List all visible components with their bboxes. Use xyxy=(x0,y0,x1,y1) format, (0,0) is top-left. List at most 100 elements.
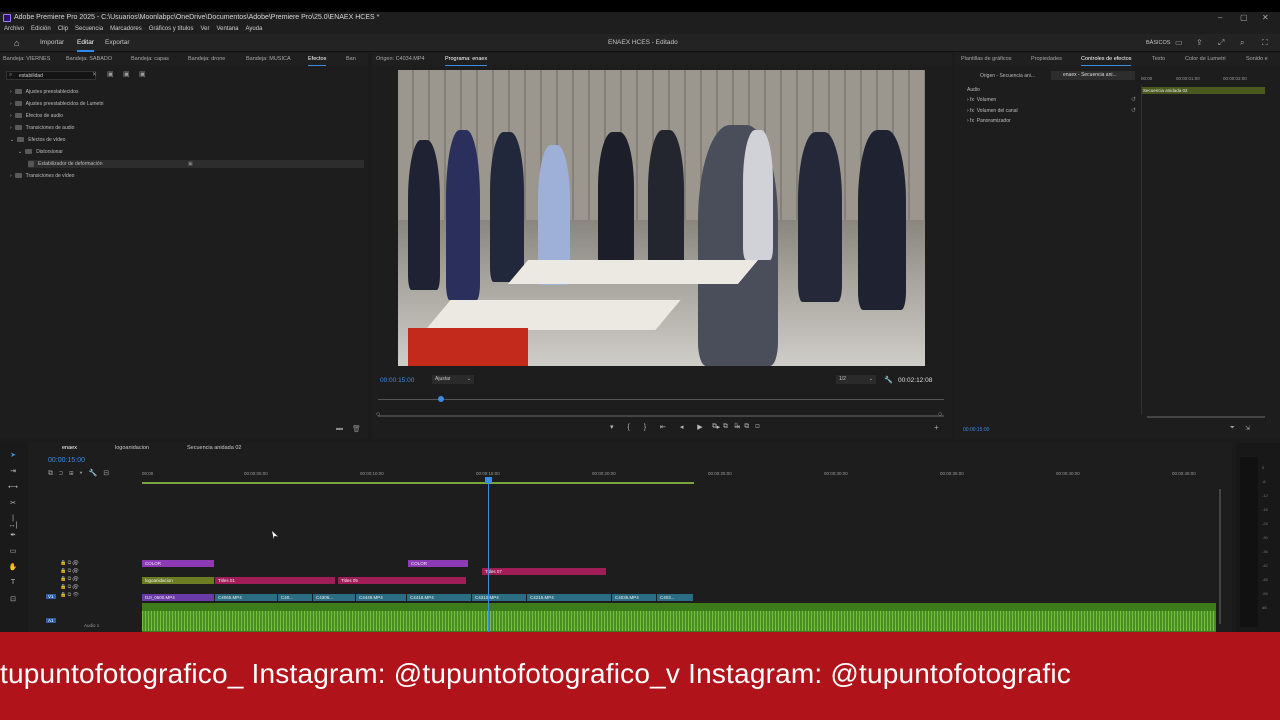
monitor-zoom-scrollbar[interactable] xyxy=(378,415,944,417)
yuv-icon[interactable]: ▣ xyxy=(139,70,146,78)
menu-edicion[interactable]: Edición xyxy=(31,26,51,32)
effect-folder[interactable]: › Efectos de audio xyxy=(10,112,63,120)
monitor-scrubber[interactable] xyxy=(378,399,944,400)
tab-editar[interactable]: Editar xyxy=(77,34,94,52)
fullscreen-icon[interactable]: ⛶ xyxy=(1262,34,1268,52)
tab-program[interactable]: Programa: enaex xyxy=(445,53,488,66)
quality-dropdown[interactable]: 1/2 ⌄ xyxy=(836,375,876,384)
zoom-handle-left[interactable]: ○ xyxy=(376,411,380,418)
effects-search-input[interactable]: estabilidad xyxy=(6,71,96,80)
menu-ayuda[interactable]: Ayuda xyxy=(246,26,263,32)
menu-marcadores[interactable]: Marcadores xyxy=(110,26,142,32)
effect-folder[interactable]: › Ajustes preestablecidos xyxy=(10,88,78,96)
export-icon[interactable]: ⇲ xyxy=(1245,425,1250,432)
caption-tool-icon[interactable]: ⊡ xyxy=(8,595,18,603)
timeline-clip[interactable]: C4418.MP4 xyxy=(407,594,471,601)
accelerated-icon[interactable]: ▣ xyxy=(107,70,114,78)
rectangle-tool-icon[interactable]: ▭ xyxy=(8,547,18,555)
zoom-handle-right[interactable]: ○ xyxy=(938,411,942,418)
timeline-clip[interactable]: C40... xyxy=(278,594,312,601)
razor-tool-icon[interactable]: ✂ xyxy=(8,499,18,507)
reset-icon[interactable]: ↺ xyxy=(1131,96,1136,103)
effect-folder[interactable]: › Ajustes preestablecidos de Lumetri xyxy=(10,100,104,108)
current-timecode[interactable]: 00:00:15:00 xyxy=(380,377,414,384)
track-select-tool-icon[interactable]: ⇥ xyxy=(8,467,18,475)
new-folder-icon[interactable]: ▬ xyxy=(336,425,343,432)
source-label[interactable]: Origen - Secuencia ani... xyxy=(980,73,1035,79)
prop-volumen[interactable]: › fx Volumen xyxy=(967,97,996,103)
tab-bandeja-drone[interactable]: Bandeja: drone xyxy=(188,53,225,65)
effect-folder[interactable]: › Transiciones de vídeo xyxy=(10,172,74,180)
ec-zoom-scrollbar[interactable] xyxy=(1147,416,1265,418)
clear-search-icon[interactable]: ✕ xyxy=(92,71,97,78)
fit-dropdown[interactable]: Ajustar ⌄ xyxy=(432,375,474,384)
wrench-icon[interactable]: 🔧 xyxy=(884,376,893,384)
timeline-clip[interactable]: C4036.MP4 xyxy=(612,594,656,601)
home-icon[interactable]: ⌂ xyxy=(14,34,19,52)
tab-ban[interactable]: Ban xyxy=(346,53,356,65)
reset-icon[interactable]: ↺ xyxy=(1131,107,1136,114)
expand-icon[interactable]: ⤢ xyxy=(1218,34,1224,52)
effect-folder[interactable]: ⌄ Efectos de vídeo xyxy=(10,136,65,144)
timeline-vscrollbar[interactable] xyxy=(1219,489,1221,624)
video-frame[interactable] xyxy=(398,70,925,366)
timeline-clip[interactable]: Titles 07 xyxy=(482,568,606,575)
monitor-playhead[interactable] xyxy=(438,396,444,402)
timeline-clip[interactable]: DJI_0600.MP4 xyxy=(142,594,214,601)
tab-sequence-enaex[interactable]: enaex xyxy=(62,443,77,453)
pen-tool-icon[interactable]: ✒ xyxy=(8,531,18,539)
tab-color-lumetri[interactable]: Color de Lumetri xyxy=(1185,53,1226,65)
timeline-clip[interactable]: Titles 01 xyxy=(215,577,335,584)
timeline-playhead[interactable] xyxy=(485,477,492,483)
timeline-timecode[interactable]: 00:00:15:00 xyxy=(48,457,85,464)
timeline-clip[interactable]: Titles 05 xyxy=(338,577,466,584)
tab-propiedades[interactable]: Propiedades xyxy=(1031,53,1062,65)
filter-icon[interactable]: ⏷ xyxy=(1230,425,1235,432)
prop-volumen-canal[interactable]: › fx Volumen del canal xyxy=(967,108,1018,114)
workspace-layout-label[interactable]: BÁSICOS xyxy=(1146,34,1170,52)
tab-source[interactable]: Origen: C4034.MP4 xyxy=(376,53,425,65)
timeline-clip[interactable]: C4065.MP4 xyxy=(215,594,277,601)
hand-tool-icon[interactable]: ✋ xyxy=(8,563,18,571)
menu-ver[interactable]: Ver xyxy=(200,26,209,32)
slip-tool-icon[interactable]: |↔| xyxy=(8,515,18,529)
lift-extract-export-icons[interactable]: ⧉⧉⌷⧉⊡ xyxy=(712,423,766,431)
search-icon[interactable]: ⌕ xyxy=(1240,34,1244,52)
tab-sequence-anidada[interactable]: Secuencia anidada 02 xyxy=(187,443,241,453)
type-tool-icon[interactable]: T xyxy=(8,579,18,587)
tab-plantillas[interactable]: Plantillas de gráficos xyxy=(961,53,1011,65)
menu-archivo[interactable]: Archivo xyxy=(4,26,24,32)
tab-importar[interactable]: Importar xyxy=(40,34,64,52)
tab-controles-efectos[interactable]: Controles de efectos xyxy=(1081,53,1132,66)
add-button[interactable]: + xyxy=(934,423,939,432)
tab-sequence-logoanidacion[interactable]: logoanidacion xyxy=(115,443,149,453)
tab-texto[interactable]: Texto xyxy=(1152,53,1165,65)
timeline-clip[interactable]: C4449.MP4 xyxy=(356,594,406,601)
menu-secuencia[interactable]: Secuencia xyxy=(75,26,103,32)
prop-panoramizador[interactable]: › fx Panoramizador xyxy=(967,118,1011,124)
ec-clip-bar[interactable]: Secuencia anidada 02 xyxy=(1141,87,1265,94)
timeline-clip[interactable]: C403... xyxy=(657,594,693,601)
tab-bandeja-viernes[interactable]: Bandeja: VIERNES xyxy=(3,53,50,65)
audio-clip[interactable] xyxy=(142,603,1216,635)
target-clip-dropdown[interactable]: enaex - Secuencia ani... xyxy=(1051,71,1135,80)
ripple-edit-tool-icon[interactable]: ⟷ xyxy=(8,483,18,491)
ec-footer-time[interactable]: 00:00:15:00 xyxy=(963,427,989,433)
timeline-clip[interactable]: C4306... xyxy=(313,594,355,601)
tab-efectos[interactable]: Efectos xyxy=(308,53,327,66)
menu-ventana[interactable]: Ventana xyxy=(216,26,238,32)
tab-bandeja-capas[interactable]: Bandeja: capas xyxy=(131,53,169,65)
menu-clip[interactable]: Clip xyxy=(58,26,68,32)
selection-tool-icon[interactable]: ➤ xyxy=(8,451,18,459)
close-button[interactable]: ✕ xyxy=(1262,12,1269,24)
effect-item-selected[interactable]: Estabilizador de deformación ▣ xyxy=(28,160,364,168)
share-icon[interactable]: ⇪ xyxy=(1196,34,1203,52)
tab-exportar[interactable]: Exportar xyxy=(105,34,130,52)
maximize-button[interactable]: ▢ xyxy=(1240,12,1248,24)
track-lock-eye-icons[interactable]: 🔒 ⧉ 👁 🔒 ⧉ 👁 🔒 ⧉ 👁 🔒 ⧉ 👁 🔒 ⧉ 👁 xyxy=(60,559,79,599)
timeline-clip[interactable]: COLOR xyxy=(408,560,468,567)
32bit-icon[interactable]: ▣ xyxy=(123,70,130,78)
timeline-clip[interactable]: C4310.MP4 xyxy=(472,594,526,601)
timeline-clip[interactable]: COLOR xyxy=(142,560,214,567)
track-label-v1[interactable]: V1 xyxy=(46,594,56,599)
